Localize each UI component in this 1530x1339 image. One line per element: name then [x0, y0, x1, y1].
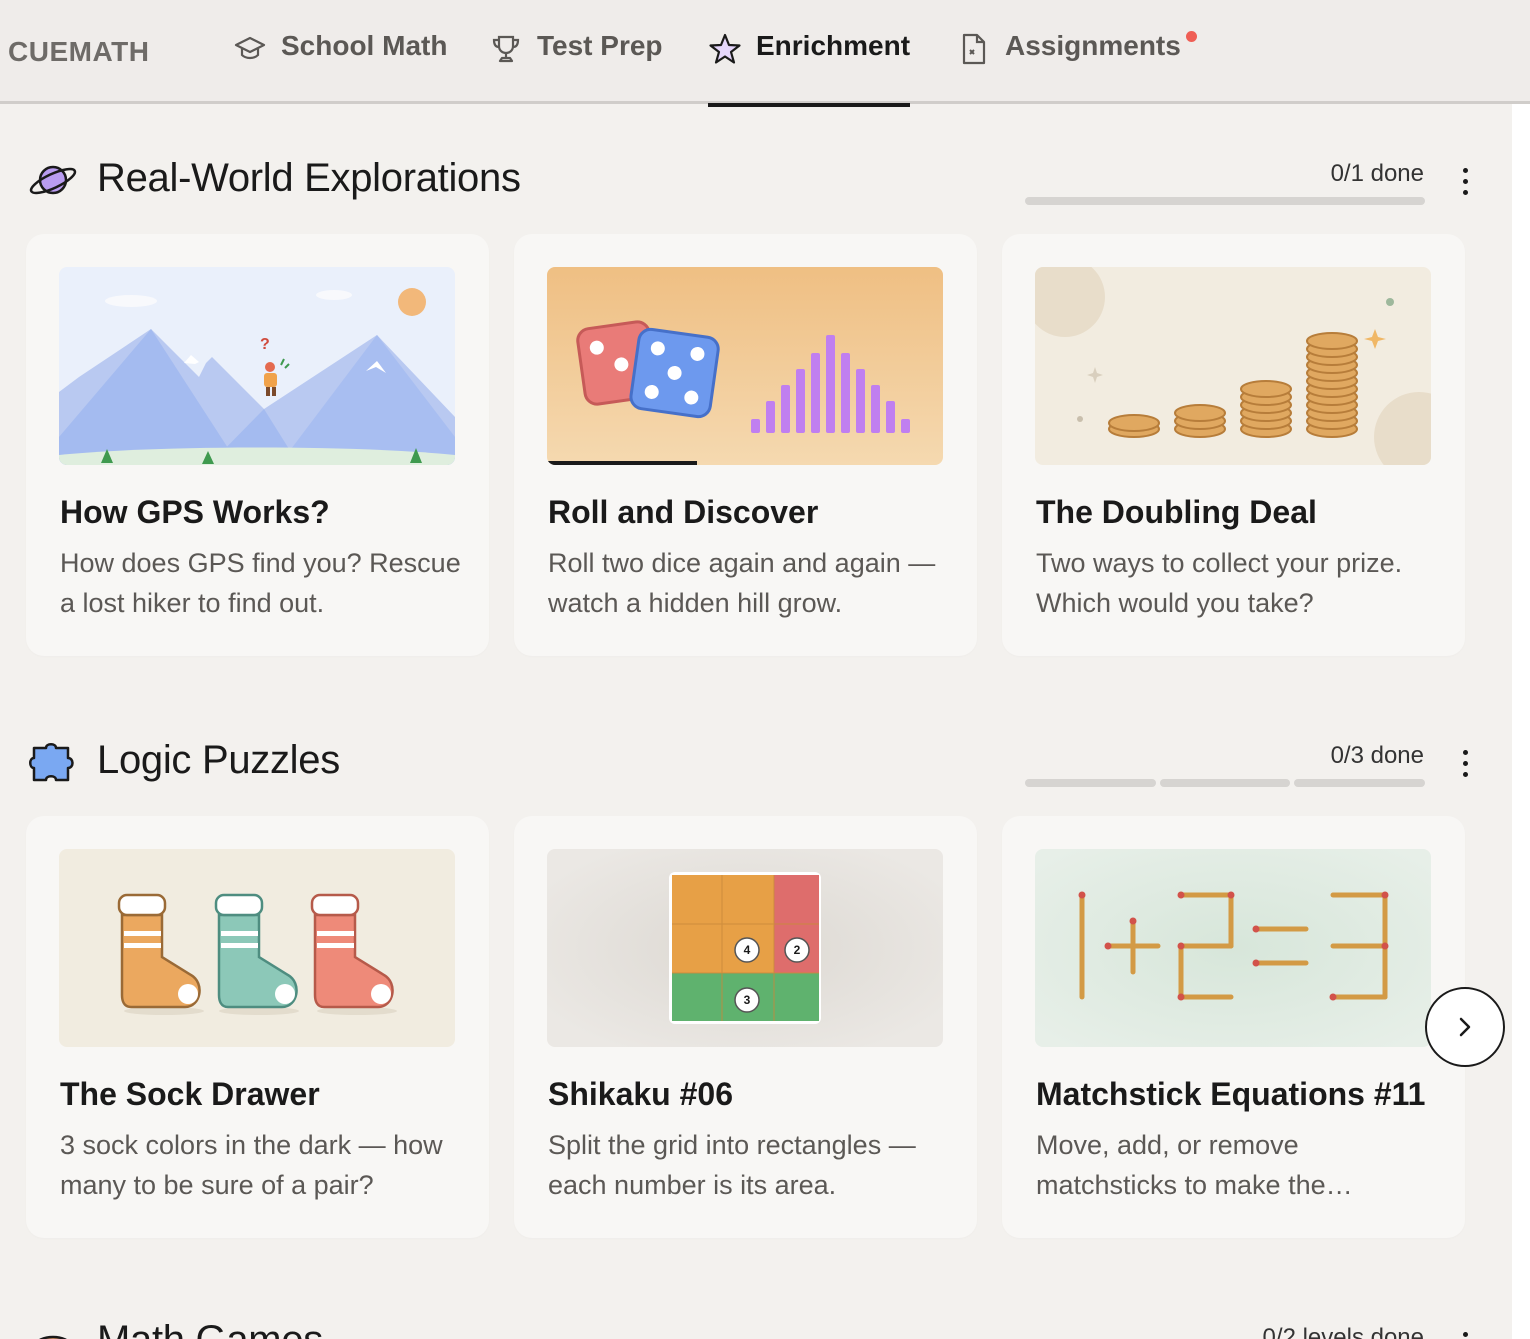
more-options-icon[interactable]: [1452, 743, 1478, 783]
tab-label: Enrichment: [756, 30, 911, 61]
coin-stacks-illustration: [1035, 267, 1431, 465]
progress-text: 0/1 done: [1330, 160, 1424, 187]
tab-school-math[interactable]: School Math: [233, 30, 447, 104]
activity-card-roll-and-discover[interactable]: Roll and Discover Roll two dice again an…: [514, 234, 977, 656]
carousel-next-button[interactable]: [1425, 987, 1505, 1067]
socks-illustration: [59, 849, 455, 1047]
card-thumbnail: [547, 267, 943, 465]
card-description: Move, add, or remove matchsticks to make…: [1036, 1130, 1353, 1200]
section-progress-bar: [1025, 779, 1426, 787]
mountains-hiker-illustration: ?: [59, 267, 455, 465]
card-title: The Doubling Deal: [1036, 494, 1317, 530]
puzzle-piece-icon: [29, 743, 74, 782]
brand-logo[interactable]: CUEMATH: [8, 36, 149, 68]
activity-card-sock-drawer[interactable]: The Sock Drawer 3 sock colors in the dar…: [26, 816, 489, 1238]
tab-assignments[interactable]: Assignments: [957, 30, 1197, 104]
more-options-icon[interactable]: [1452, 1325, 1478, 1339]
chevron-right-icon: [1459, 1017, 1471, 1037]
card-title: How GPS Works?: [60, 494, 330, 530]
more-options-icon[interactable]: [1452, 161, 1478, 201]
tab-enrichment[interactable]: Enrichment: [708, 30, 911, 107]
tab-label: Assignments: [1005, 30, 1197, 62]
activity-card-gps[interactable]: ? How GPS Works? How does GPS find you? …: [26, 234, 489, 656]
top-navigation: CUEMATH School Math Test Prep Enrichment…: [0, 0, 1530, 107]
activity-card-shikaku[interactable]: 4 2 3 Shikaku #06 Split the grid into re…: [514, 816, 977, 1238]
graduation-cap-icon: [234, 36, 266, 60]
activity-card-doubling-deal[interactable]: The Doubling Deal Two ways to collect yo…: [1002, 234, 1465, 656]
card-thumbnail: [1035, 267, 1431, 465]
tab-label: School Math: [281, 30, 448, 61]
section-real-world-explorations: Real-World Explorations 0/1 done ? How G…: [0, 104, 1512, 684]
activity-card-matchstick-equations[interactable]: Matchstick Equations #11 Move, add, or r…: [1002, 816, 1465, 1238]
section-math-games: Math Games 0/2 levels done: [0, 1268, 1512, 1339]
progress-segment: [1294, 779, 1426, 787]
card-description: Roll two dice again and again — watch a …: [548, 548, 936, 618]
card-title: Roll and Discover: [548, 494, 819, 530]
section-title: Real-World Explorations: [97, 156, 521, 200]
trophy-icon: [492, 35, 520, 63]
progress-segment: [1025, 779, 1156, 787]
card-description: Two ways to collect your prize. Which wo…: [1036, 548, 1403, 618]
grid-number-2: 2: [794, 943, 801, 957]
section-title: Math Games: [97, 1318, 323, 1339]
grid-number-3: 3: [744, 993, 751, 1007]
shikaku-grid-illustration: 4 2 3: [547, 849, 943, 1047]
card-description: Split the grid into rectangles — each nu…: [548, 1130, 916, 1200]
card-thumbnail: [1035, 849, 1431, 1047]
scrollbar-track[interactable]: [1512, 104, 1530, 1339]
dice-histogram-illustration: [547, 267, 943, 465]
card-thumbnail: 4 2 3: [547, 849, 943, 1047]
star-icon: [709, 33, 741, 64]
card-description: 3 sock colors in the dark — how many to …: [60, 1130, 443, 1200]
grid-number-4: 4: [744, 943, 751, 957]
card-title: Matchstick Equations #11: [1036, 1076, 1426, 1112]
progress-text: 0/2 levels done: [1262, 1324, 1424, 1339]
svg-text:?: ?: [260, 336, 270, 353]
card-title: The Sock Drawer: [60, 1076, 320, 1112]
tab-label: Test Prep: [537, 30, 663, 61]
progress-text: 0/3 done: [1330, 742, 1424, 769]
game-icon: [39, 1335, 67, 1339]
card-thumbnail: [59, 849, 455, 1047]
progress-segment: [1025, 197, 1425, 205]
document-icon: [962, 33, 986, 65]
notification-dot: [1185, 31, 1197, 42]
matchsticks-illustration: [1035, 849, 1431, 1047]
section-logic-puzzles: Logic Puzzles 0/3 done The Sock Drawer 3…: [0, 686, 1512, 1246]
card-description: How does GPS find you? Rescue a lost hik…: [60, 548, 461, 618]
card-title: Shikaku #06: [548, 1076, 733, 1112]
card-progress-bar: [547, 461, 697, 465]
planet-icon: [29, 165, 77, 195]
section-progress-bar: [1025, 197, 1425, 205]
card-thumbnail: ?: [59, 267, 455, 465]
tab-test-prep[interactable]: Test Prep: [489, 30, 663, 104]
tab-label-text: Assignments: [1005, 30, 1181, 61]
section-title: Logic Puzzles: [97, 738, 340, 782]
progress-segment: [1159, 779, 1291, 787]
